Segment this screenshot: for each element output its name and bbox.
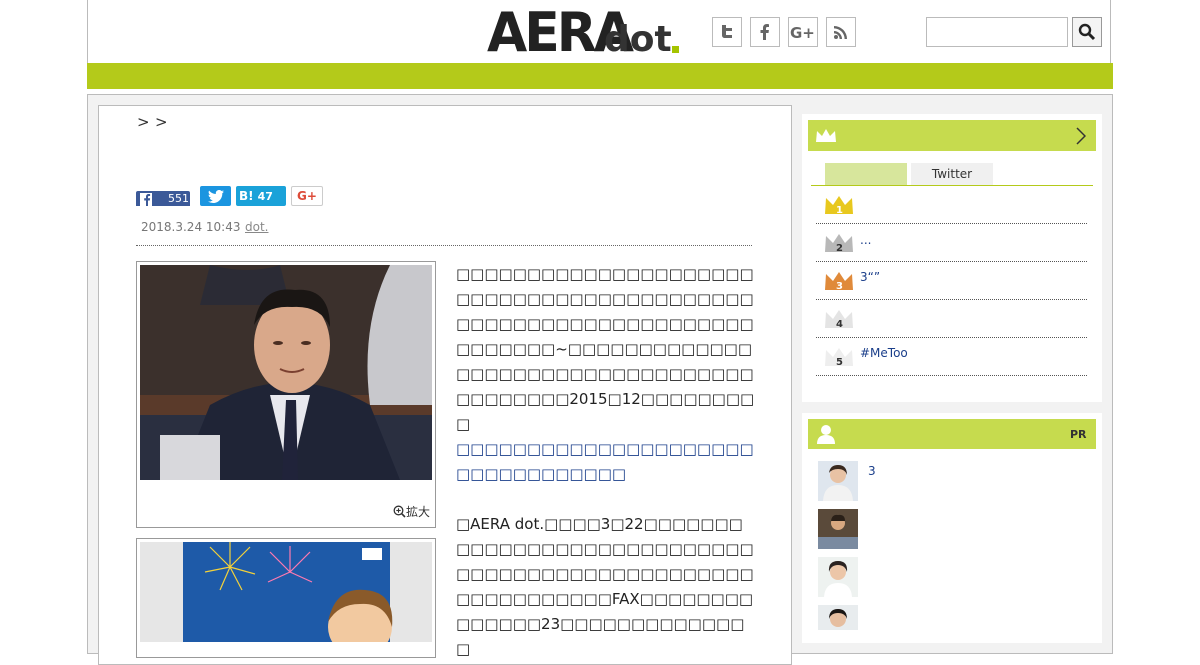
twitter-icon — [722, 25, 732, 38]
ranking-header[interactable] — [808, 120, 1096, 151]
googleplus-share-button[interactable]: G+ — [291, 186, 323, 206]
svg-text:2: 2 — [836, 243, 843, 254]
googleplus-icon: G+ — [790, 24, 815, 40]
svg-text:5: 5 — [836, 357, 843, 368]
ranking-item-title[interactable]: ... — [860, 233, 871, 247]
pr-thumbnail[interactable] — [818, 461, 858, 501]
pr-header — [808, 419, 1096, 449]
global-nav-bar — [87, 63, 1113, 89]
search-input[interactable] — [926, 17, 1068, 47]
person-icon — [817, 425, 835, 444]
article-paragraph: □□□□□□□□□□□□□□□□□□□□□□□□□□□□□□□□□□□□□□□□… — [456, 265, 755, 433]
facebook-icon — [140, 192, 152, 206]
pr-thumbnail[interactable] — [818, 605, 858, 645]
photo-zoom-button[interactable]: 拡大 — [393, 503, 430, 520]
facebook-link[interactable] — [750, 17, 780, 47]
facebook-share-button[interactable]: 551 — [136, 191, 190, 206]
divider — [136, 245, 752, 246]
twitter-link[interactable] — [712, 17, 742, 47]
chevron-right-icon[interactable] — [1076, 127, 1086, 145]
ranking-item[interactable] — [816, 300, 1087, 338]
article-date: 2018.3.24 10:43 — [141, 220, 241, 234]
article-related-link[interactable]: □□□□□□□□□□□□□□□□□□□□□□□□□□□□□□□□□ — [456, 437, 756, 487]
pr-item-title[interactable]: 3 — [868, 464, 876, 478]
pr-label: PR — [1070, 428, 1087, 441]
ranking-item-title[interactable]: 3“” — [860, 270, 880, 284]
svg-text:3: 3 — [836, 281, 843, 292]
rank-crown-icon: 4 — [823, 308, 855, 334]
rss-icon — [834, 26, 847, 39]
facebook-share-count: 551 — [168, 192, 189, 205]
politician-photo-illustration — [140, 265, 432, 480]
ranking-item[interactable] — [816, 262, 1087, 300]
related-product-image[interactable] — [140, 542, 432, 642]
hatena-bookmark-count: 47 — [257, 189, 273, 203]
hatena-bookmark-icon: B! — [239, 189, 254, 203]
rank-crown-icon: 2 — [823, 232, 855, 258]
photo-zoom-label: 拡大 — [406, 505, 431, 519]
svg-text:4: 4 — [836, 319, 843, 330]
breadcrumb-separator: > — [137, 113, 150, 131]
search-icon — [1078, 23, 1096, 41]
ranking-tab-access[interactable] — [825, 163, 907, 185]
svg-text:1: 1 — [836, 205, 843, 216]
pr-thumbnail[interactable] — [818, 509, 858, 549]
twitter-bird-icon — [207, 189, 224, 203]
zoom-in-icon — [393, 505, 406, 518]
facebook-icon — [760, 24, 769, 40]
pr-thumbnail[interactable] — [818, 557, 858, 597]
svg-text:G+: G+ — [790, 24, 815, 40]
hatena-bookmark-button[interactable]: B! 47 — [236, 186, 286, 206]
crown-icon — [816, 129, 836, 142]
article-source-link[interactable]: dot. — [245, 220, 268, 234]
rank-crown-icon: 5 — [823, 346, 855, 372]
rank-crown-icon: 1 — [823, 194, 855, 220]
rss-link[interactable] — [826, 17, 856, 47]
ranking-tab-twitter[interactable]: Twitter — [911, 163, 993, 185]
article-paragraph: □AERA dot.□□□□3□22□□□□□□□□□□□□□□□□□□□□□□… — [456, 515, 754, 658]
site-logo-period — [672, 46, 679, 53]
site-logo-dot[interactable]: dot — [604, 22, 672, 58]
googleplus-link[interactable]: G+ — [788, 17, 818, 47]
ranking-item[interactable] — [816, 186, 1087, 224]
fireworks-dvd-cover — [183, 542, 393, 642]
ranking-item[interactable] — [816, 224, 1087, 262]
ranking-item[interactable] — [816, 338, 1087, 376]
breadcrumb-separator: > — [155, 113, 168, 131]
ranking-item-title[interactable]: #MeToo — [860, 346, 908, 360]
rank-crown-icon: 3 — [823, 270, 855, 296]
twitter-share-button[interactable] — [200, 186, 231, 206]
search-button[interactable] — [1072, 17, 1102, 47]
article-photo[interactable] — [140, 265, 432, 480]
